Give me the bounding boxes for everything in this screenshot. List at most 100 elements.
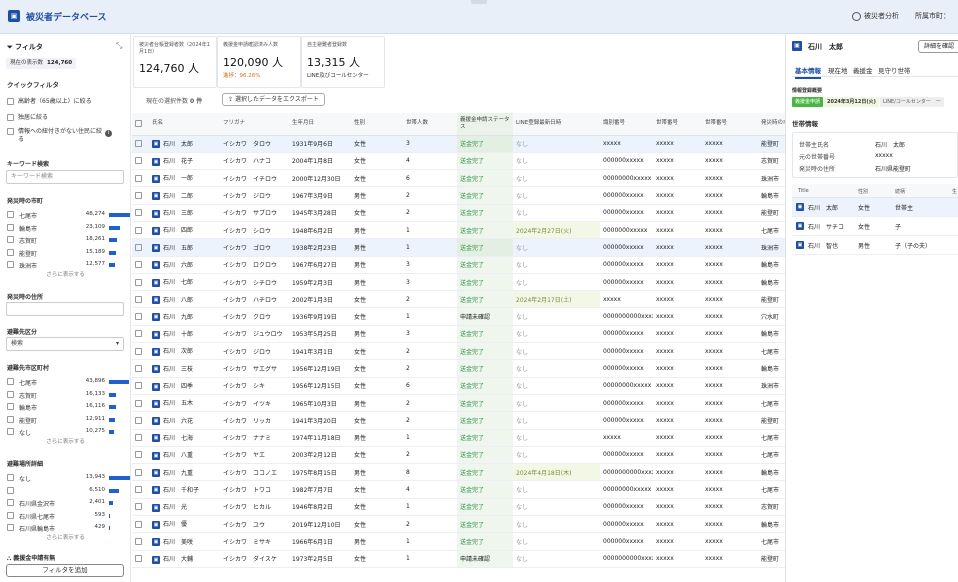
name-text[interactable]: 石川 花子 (163, 158, 193, 165)
table-row[interactable]: ▣ 石川 六郎 イシカワ ロクロウ 1967年6月27日 男性 3 送金完了 なし 000000… (132, 256, 785, 274)
table-row[interactable]: ▣ 石川 千和子 イシカワ トワコ 1982年7月7日 女性 4 送金完了 なし 0000000… (132, 480, 785, 499)
add-filter-button[interactable]: フィルタを追加 (6, 564, 124, 577)
detail-button[interactable]: 詳細を確認 (918, 40, 958, 53)
checkbox[interactable] (7, 486, 14, 494)
member-row[interactable]: ▣ 石川 サチコ 女性 子 (792, 217, 958, 236)
address-input[interactable] (6, 302, 124, 316)
row-checkbox[interactable] (135, 278, 142, 286)
checkbox[interactable] (7, 390, 14, 398)
table-row[interactable]: ▣ 石川 八重 イシカワ ヤエ 2003年2月12日 女性 2 送金完了 なし 000000xx… (132, 446, 785, 465)
facet-item[interactable]: 七尾市 43,896 (7, 376, 129, 388)
name-text[interactable]: 石川 次郎 (163, 348, 193, 355)
facet-item[interactable]: 志賀町 18,261 (7, 234, 125, 246)
row-checkbox[interactable] (135, 503, 142, 511)
row-checkbox[interactable] (135, 365, 142, 372)
row-checkbox[interactable] (135, 451, 142, 459)
table-row[interactable]: ▣ 石川 四季 イシカワ シキ 1956年12月15日 女性 6 送金完了 なし 0000000… (132, 377, 785, 395)
name-text[interactable]: 石川 十郎 (163, 331, 193, 338)
name-text[interactable]: 石川 九重 (163, 470, 193, 477)
info-icon[interactable]: i (105, 130, 112, 137)
drag-handle[interactable] (471, 0, 487, 4)
name-text[interactable]: 石川 六郎 (163, 262, 193, 269)
checkbox[interactable] (7, 524, 14, 531)
row-checkbox[interactable] (135, 243, 142, 251)
column-header[interactable]: LINE登録最新日時 (513, 113, 600, 136)
name-text[interactable]: 石川 三郎 (163, 210, 193, 217)
row-checkbox[interactable] (135, 434, 142, 442)
table-row[interactable]: ▣ 石川 光イシカワ ヒカル 1946年8月2日 女性 1 送金完了 なし 000000xxx… (132, 498, 785, 517)
checkbox[interactable] (7, 236, 14, 243)
table-row[interactable]: ▣ 石川 花子 イシカワ ハナコ 2004年1月8日 女性 4 送金完了 なし 000000xx… (132, 152, 785, 171)
row-checkbox[interactable] (135, 520, 142, 528)
name-text[interactable]: 石川 八郎 (163, 297, 193, 304)
name-text[interactable]: 石川 七郎 (163, 279, 193, 286)
row-checkbox[interactable] (135, 261, 142, 269)
facet-item[interactable]: 6,510 (7, 485, 125, 497)
row-checkbox[interactable] (135, 140, 142, 148)
name-text[interactable]: 石川 大輔 (163, 556, 193, 563)
table-row[interactable]: ▣ 石川 美咲 イシカワ ミサキ 1966年6月1日 男性 1 送金完了 なし 000000xx… (132, 532, 785, 551)
city-label[interactable]: 所属市町： (915, 11, 950, 21)
name-text[interactable]: 石川 五郎 (163, 245, 193, 252)
table-row[interactable]: ▣ 石川 四郎 イシカワ シロウ 1948年6月2日 男性 1 送金完了 2024年2月27日… (132, 221, 785, 240)
evac-type-select[interactable]: 検索 ▾ (6, 337, 124, 351)
keyword-search-input[interactable]: キーワード検索 (6, 170, 124, 184)
table-row[interactable]: ▣ 石川 五木 イシカワ イツキ 1965年10月3日 男性 2 送金完了 なし 000000x… (132, 394, 785, 413)
name-text[interactable]: 石川 一郎 (163, 175, 193, 182)
facet-item[interactable]: なし 13,943 (7, 472, 130, 484)
analytics-link[interactable]: 被災者分析 (852, 11, 899, 21)
checkbox[interactable] (7, 403, 14, 410)
table-row[interactable]: ▣ 石川 次郎 イシカワ ジロウ 1941年3月1日 女性 2 送金完了 なし 000000xx… (132, 342, 785, 361)
row-checkbox[interactable] (135, 382, 142, 390)
row-checkbox[interactable] (135, 295, 142, 303)
table-row[interactable]: ▣ 石川 七海 イシカワ ナナミ 1974年11月18日 男性 1 送金完了 なし xxxxx x… (132, 429, 785, 447)
name-text[interactable]: 石川 七海 (163, 435, 193, 442)
row-checkbox[interactable] (135, 468, 142, 476)
facet-item[interactable]: 能登町 15,189 (7, 247, 125, 259)
column-header[interactable]: 世帯人数 (403, 113, 457, 136)
checkbox[interactable] (7, 128, 14, 135)
table-row[interactable]: ▣ 石川 二郎 イシカワ ジロウ 1967年3月9日 男性 2 送金完了 なし 000000xx… (132, 186, 785, 205)
column-header[interactable]: 識別番号 (600, 113, 653, 136)
tab-basic-info[interactable]: 基本情報 (795, 65, 821, 79)
row-checkbox[interactable] (135, 347, 142, 355)
member-row[interactable]: ▣ 石川 智也 男性 子（子の夫） (792, 236, 958, 255)
name-text[interactable]: 石川 九郎 (163, 314, 193, 321)
column-header[interactable]: 世帯番号 (702, 113, 758, 136)
name-text[interactable]: 石川 八重 (163, 452, 193, 459)
show-more-link[interactable]: さらに表示する (0, 533, 130, 541)
checkbox[interactable] (7, 511, 14, 519)
row-checkbox[interactable] (135, 416, 142, 424)
row-checkbox[interactable] (135, 399, 142, 407)
name-text[interactable]: 石川 光 (163, 504, 187, 511)
name-text[interactable]: 石川 二郎 (163, 193, 193, 200)
checkbox[interactable] (7, 211, 14, 218)
checkbox[interactable] (7, 474, 14, 481)
table-row[interactable]: ▣ 石川 九重 イシカワ ココノエ 1975年8月15日 男性 8 送金完了 2024年4月1… (132, 463, 785, 482)
row-checkbox[interactable] (135, 226, 142, 234)
column-header[interactable]: 生年月日 (289, 113, 351, 136)
name-text[interactable]: 石川 優 (163, 521, 187, 528)
table-row[interactable]: ▣ 石川 七郎 イシカワ シチロウ 1959年2月3日 男性 3 送金完了 なし 000000x… (132, 273, 785, 292)
quick-filter-alone[interactable]: 独居に絞る (7, 112, 125, 121)
tab-watch-household[interactable]: 見守り世帯 (878, 65, 911, 75)
row-checkbox[interactable] (135, 174, 142, 182)
name-text[interactable]: 石川 太郎 (163, 141, 193, 148)
checkbox[interactable] (7, 499, 14, 506)
row-checkbox[interactable] (135, 313, 142, 321)
quick-filter-unlinked[interactable]: 情報への紐付きがない住民に絞る i (7, 128, 125, 144)
checkbox[interactable] (7, 378, 14, 385)
table-row[interactable]: ▣ 石川 大輔 イシカワ ダイスケ 1973年2月5日 女性 1 申請未確認 なし 000000… (132, 550, 785, 568)
table-row[interactable]: ▣ 石川 六花 イシカワ リッカ 1941年3月20日 女性 2 送金完了 なし 000000x… (132, 411, 785, 430)
table-row[interactable]: ▣ 石川 三郎 イシカワ サブロウ 1945年3月28日 女性 2 送金完了 なし 000000… (132, 204, 785, 222)
export-button[interactable]: ⇪ 選択したデータをエクスポート (222, 93, 325, 106)
column-header[interactable]: 氏名 (149, 113, 220, 136)
row-checkbox[interactable] (135, 192, 142, 200)
facet-item[interactable]: 石川県金沢市 2,401 (7, 497, 125, 509)
row-checkbox[interactable] (135, 555, 142, 563)
show-more-link[interactable]: さらに表示する (0, 270, 130, 278)
name-text[interactable]: 石川 美咲 (163, 539, 193, 546)
row-checkbox[interactable] (135, 209, 142, 217)
quick-filter-elderly[interactable]: 高齢者（65歳以上）に絞る (7, 96, 125, 105)
checkbox[interactable] (7, 223, 14, 231)
